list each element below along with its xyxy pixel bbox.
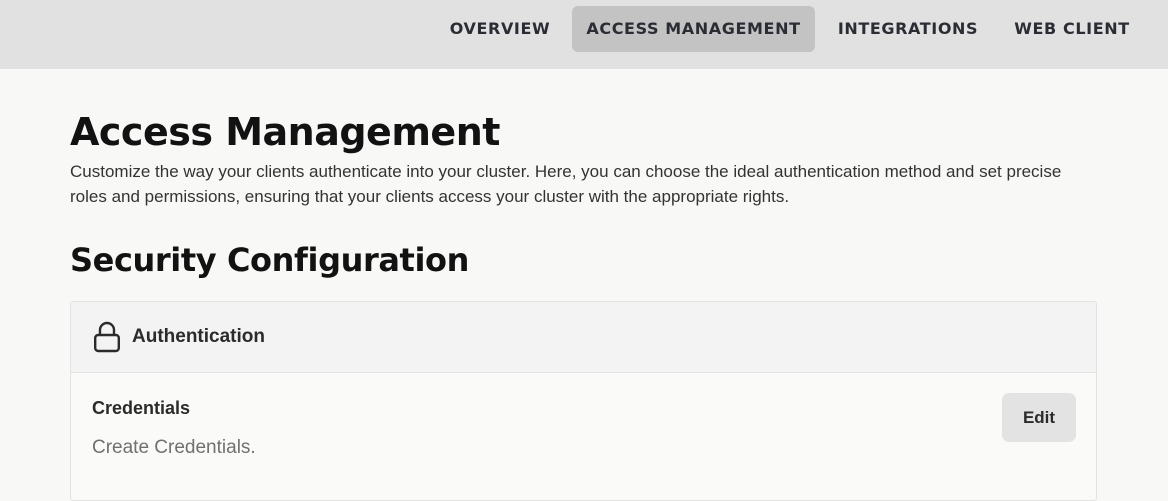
tab-overview[interactable]: OVERVIEW: [439, 6, 561, 52]
authentication-card-header: Authentication: [71, 302, 1096, 373]
page-title: Access Management: [70, 110, 500, 154]
tab-integrations[interactable]: INTEGRATIONS: [826, 6, 990, 52]
section-title-security-configuration: Security Configuration: [70, 241, 469, 279]
tab-access-management[interactable]: ACCESS MANAGEMENT: [572, 6, 815, 52]
top-navigation-bar: OVERVIEW ACCESS MANAGEMENT INTEGRATIONS …: [0, 0, 1168, 69]
lock-icon: [93, 321, 121, 353]
authentication-card: Authentication Credentials Create Creden…: [70, 301, 1097, 501]
authentication-header-label: Authentication: [132, 326, 265, 347]
tab-web-client[interactable]: WEB CLIENT: [1003, 6, 1141, 52]
page-description: Customize the way your clients authentic…: [70, 162, 1062, 206]
credentials-description: Create Credentials.: [92, 437, 256, 458]
credentials-title: Credentials: [92, 398, 191, 418]
edit-credentials-button[interactable]: Edit: [1002, 393, 1076, 442]
